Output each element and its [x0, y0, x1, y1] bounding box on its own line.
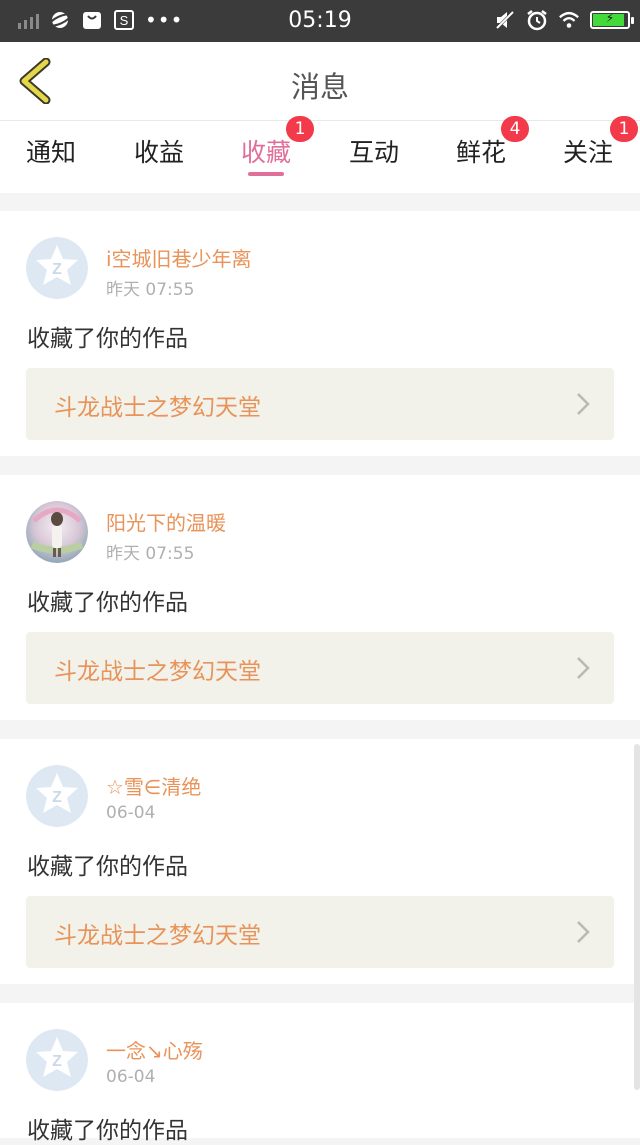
message-card: Z 一念↘心殇 06-04 收藏了你的作品	[0, 1003, 640, 1144]
action-text: 收藏了你的作品	[27, 326, 188, 352]
page-title: 消息	[290, 70, 349, 104]
svg-text:Z: Z	[52, 1053, 62, 1070]
message-card: Z i空城旧巷少年离 昨天 07:55 收藏了你的作品 斗龙战士之梦幻天堂	[0, 211, 640, 456]
avatar[interactable]	[26, 501, 88, 563]
tab-favorites[interactable]: 收藏 1	[212, 116, 320, 193]
svg-text:Z: Z	[52, 261, 62, 278]
tab-label: 收益	[133, 138, 184, 167]
work-title: 斗龙战士之梦幻天堂	[54, 659, 261, 685]
mute-icon	[494, 9, 516, 31]
work-link[interactable]: 斗龙战士之梦幻天堂	[26, 896, 614, 968]
battery-icon: ⚡	[590, 11, 634, 29]
action-text: 收藏了你的作品	[27, 590, 188, 616]
action-text: 收藏了你的作品	[27, 854, 188, 880]
default-avatar-icon: Z	[26, 765, 88, 827]
timestamp: 06-04	[106, 1067, 156, 1087]
avatar[interactable]: Z	[26, 237, 88, 299]
nav-header: 消息	[0, 42, 640, 121]
username[interactable]: 阳光下的温暖	[106, 507, 226, 536]
username[interactable]: 一念↘心殇	[106, 1035, 203, 1064]
scrollbar[interactable]	[634, 744, 640, 1090]
tab-label: 通知	[25, 138, 76, 167]
status-bar: S ••• 05:19 ⚡	[0, 0, 640, 42]
tab-bar: 通知 收益 收藏 1 互动 鲜花 4 关注 1	[0, 116, 640, 193]
tab-label: 互动	[348, 138, 399, 167]
alarm-icon	[526, 9, 548, 31]
tab-notifications[interactable]: 通知	[0, 121, 105, 193]
timestamp: 昨天 07:55	[106, 280, 195, 300]
tab-badge: 1	[286, 116, 314, 142]
timestamp: 昨天 07:55	[106, 544, 195, 564]
avatar[interactable]: Z	[26, 765, 88, 827]
action-text: 收藏了你的作品	[27, 1118, 188, 1144]
message-card: 阳光下的温暖 昨天 07:55 收藏了你的作品 斗龙战士之梦幻天堂	[0, 475, 640, 720]
photo-avatar	[26, 501, 88, 563]
default-avatar-icon: Z	[26, 1029, 88, 1091]
tab-earnings[interactable]: 收益	[105, 121, 213, 193]
message-card: Z ☆雪∈清绝 06-04 收藏了你的作品 斗龙战士之梦幻天堂	[0, 739, 640, 984]
tab-badge: 4	[501, 116, 529, 142]
avatar[interactable]: Z	[26, 1029, 88, 1091]
work-link[interactable]: 斗龙战士之梦幻天堂	[26, 632, 614, 704]
default-avatar-icon: Z	[26, 237, 88, 299]
wifi-icon	[558, 9, 580, 31]
tab-following[interactable]: 关注 1	[534, 116, 640, 193]
active-tab-indicator	[248, 172, 284, 176]
tab-flowers[interactable]: 鲜花 4	[427, 116, 535, 193]
svg-text:Z: Z	[52, 789, 62, 806]
tab-badge: 1	[610, 116, 638, 142]
chevron-right-icon	[577, 921, 590, 943]
username[interactable]: i空城旧巷少年离	[106, 243, 252, 272]
chevron-right-icon	[577, 657, 590, 679]
work-title: 斗龙战士之梦幻天堂	[54, 923, 261, 949]
chevron-right-icon	[577, 393, 590, 415]
work-title: 斗龙战士之梦幻天堂	[54, 395, 261, 421]
timestamp: 06-04	[106, 803, 156, 823]
work-link[interactable]: 斗龙战士之梦幻天堂	[26, 368, 614, 440]
tab-interactions[interactable]: 互动	[320, 121, 428, 193]
username[interactable]: ☆雪∈清绝	[106, 771, 201, 800]
